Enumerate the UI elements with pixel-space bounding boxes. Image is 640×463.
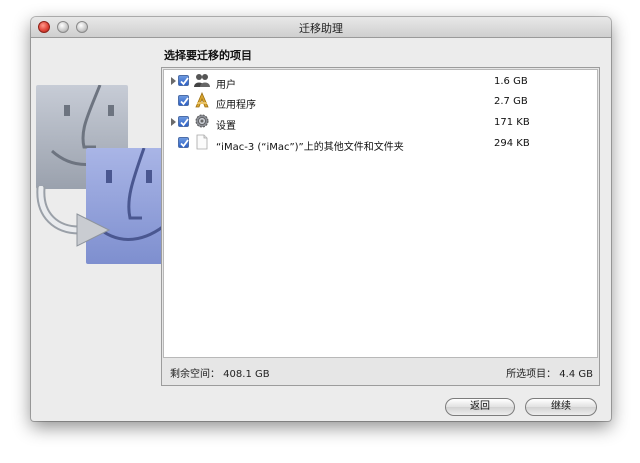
item-label: 应用程序 [216, 100, 256, 111]
applications-checkbox[interactable] [178, 95, 189, 106]
back-button[interactable]: 返回 [445, 398, 515, 416]
selected-size-label: 所选项目： 4.4 GB [506, 369, 593, 380]
list-item-applications[interactable]: 应用程序 2.7 GB [164, 92, 597, 112]
list-item-users[interactable]: 用户 1.6 GB [164, 72, 597, 92]
item-label: “iMac-3 (“iMac”)”上的其他文件和文件夹 [216, 142, 404, 153]
settings-checkbox[interactable] [178, 116, 189, 127]
settings-gear-icon [195, 114, 209, 128]
item-size: 1.6 GB [494, 76, 528, 87]
items-panel: 用户 1.6 GB 应用程序 2.7 GB 设置 171 KB “iMac-3 … [161, 67, 600, 386]
other-files-checkbox[interactable] [178, 137, 189, 148]
item-label: 用户 [216, 80, 236, 91]
users-icon [194, 74, 210, 87]
item-label: 设置 [216, 121, 236, 132]
list-item-settings[interactable]: 设置 171 KB [164, 113, 597, 133]
transfer-arrow-icon [36, 186, 111, 247]
items-list[interactable]: 用户 1.6 GB 应用程序 2.7 GB 设置 171 KB “iMac-3 … [163, 69, 598, 358]
users-checkbox[interactable] [178, 75, 189, 86]
item-size: 294 KB [494, 138, 530, 149]
disclosure-triangle-icon[interactable] [171, 118, 176, 126]
migration-illustration [31, 38, 164, 298]
window-title: 迁移助理 [299, 22, 343, 35]
list-item-other-files[interactable]: “iMac-3 (“iMac”)”上的其他文件和文件夹 294 KB [164, 134, 597, 154]
continue-button[interactable]: 继续 [525, 398, 597, 416]
checkmark-icon [180, 97, 189, 106]
document-icon [196, 134, 208, 150]
item-size: 171 KB [494, 117, 530, 128]
item-size: 2.7 GB [494, 96, 528, 107]
disclosure-triangle-icon[interactable] [171, 77, 176, 85]
free-space-label: 剩余空间： 408.1 GB [170, 369, 270, 380]
applications-icon [195, 92, 209, 108]
checkmark-icon [180, 77, 189, 86]
title-bar: 迁移助理 [31, 17, 611, 38]
migration-assistant-window: 迁移助理 选择要迁移的项目 用户 1.6 GB 应用程序 2.7 GB 设置 1… [31, 17, 611, 421]
checkmark-icon [180, 139, 189, 148]
page-heading: 选择要迁移的项目 [164, 49, 252, 62]
checkmark-icon [180, 118, 189, 127]
